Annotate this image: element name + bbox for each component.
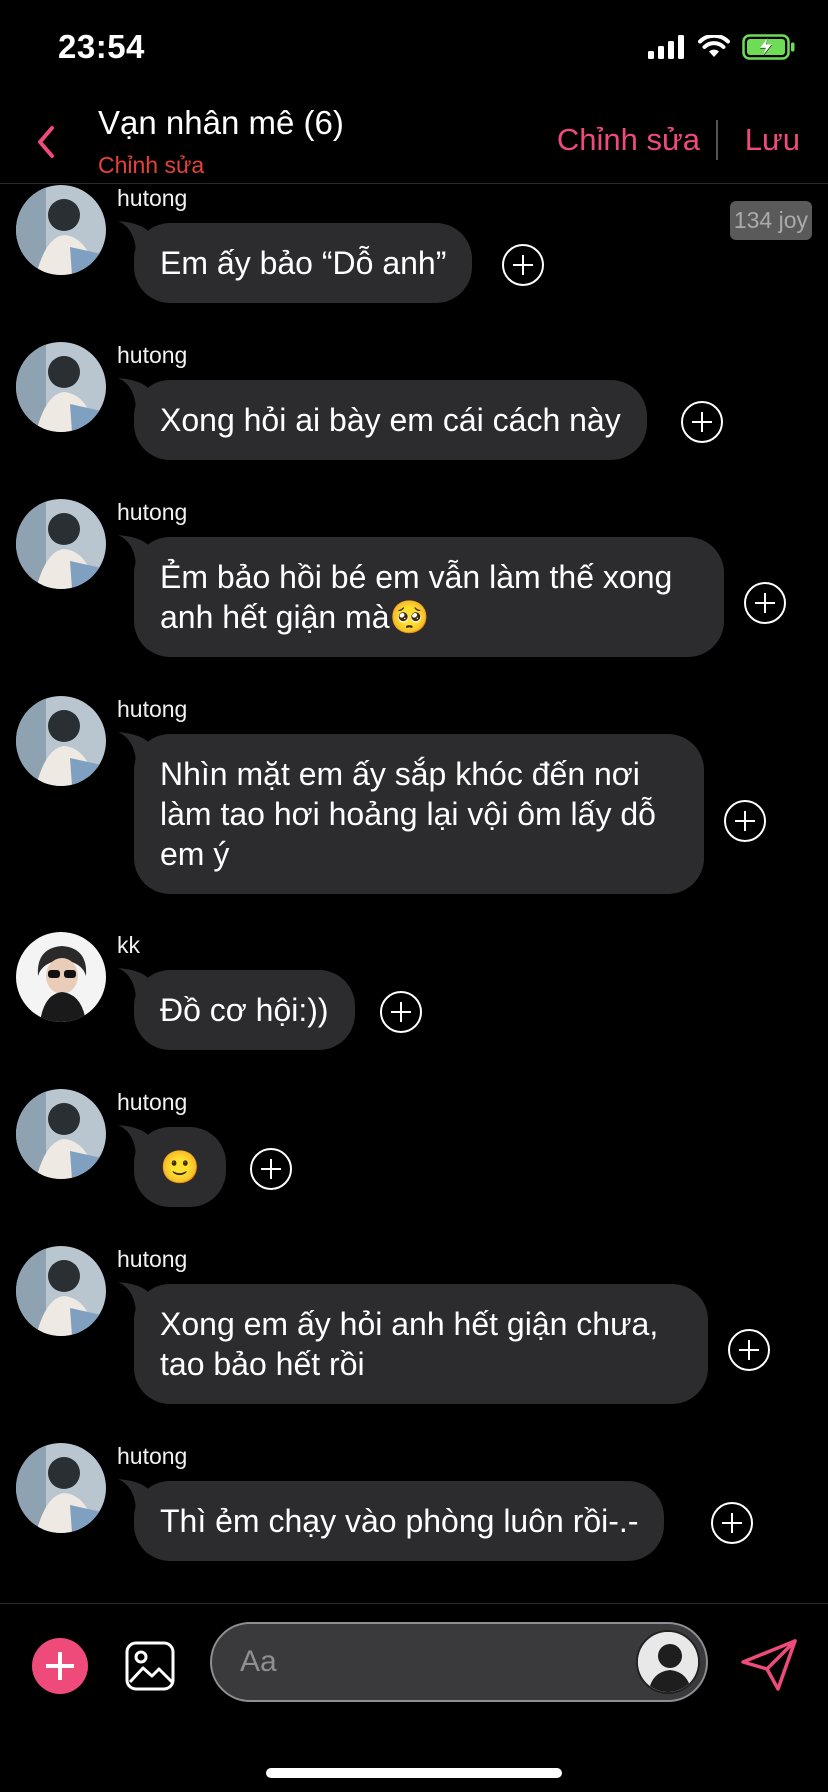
edit-button[interactable]: Chỉnh sửa	[557, 122, 700, 158]
avatar[interactable]	[16, 1443, 106, 1533]
reaction-add-button[interactable]	[744, 582, 786, 624]
reaction-add-button[interactable]	[724, 800, 766, 842]
sender-name: hutong	[117, 499, 188, 525]
status-bar: 23:54	[0, 0, 828, 100]
home-indicator	[266, 1768, 562, 1778]
message-bubble[interactable]: 🙂	[134, 1127, 226, 1207]
reaction-add-button[interactable]	[681, 401, 723, 443]
chat-subtitle[interactable]: Chỉnh sửa	[98, 152, 204, 179]
sender-name: hutong	[117, 1246, 188, 1272]
chat-header: Vạn nhân mê (6) Chỉnh sửa Chỉnh sửa Lưu	[0, 100, 828, 184]
sender-name: kk	[117, 932, 140, 958]
avatar[interactable]	[16, 342, 106, 432]
sender-name: hutong	[117, 696, 188, 722]
avatar[interactable]	[16, 1089, 106, 1179]
wifi-icon	[698, 35, 730, 57]
message-bubble[interactable]: Xong em ấy hỏi anh hết giận chưa, tao bả…	[134, 1284, 708, 1404]
message-bubble[interactable]: Em ấy bảo “Dỗ anh”	[134, 223, 473, 303]
status-icons	[648, 34, 796, 60]
message-bubble[interactable]: Nhìn mặt em ấy sắp khóc đến nơi làm tao …	[134, 734, 704, 894]
reaction-add-button[interactable]	[711, 1502, 753, 1544]
image-icon[interactable]	[124, 1640, 176, 1692]
chat-title[interactable]: Vạn nhân mê (6)	[98, 104, 344, 142]
signal-icon	[648, 35, 684, 59]
back-button[interactable]	[28, 118, 64, 166]
reaction-add-button[interactable]	[380, 991, 422, 1033]
time-badge: 134 joy	[729, 201, 812, 240]
avatar[interactable]	[16, 499, 106, 589]
message-input[interactable]	[240, 1638, 620, 1686]
message-bubble[interactable]: Thì ẻm chạy vào phòng luôn rồi-.-	[134, 1481, 665, 1561]
avatar[interactable]	[16, 185, 106, 275]
sender-name: hutong	[117, 185, 188, 211]
reaction-add-button[interactable]	[728, 1329, 770, 1371]
message-bubble[interactable]: Xong hỏi ai bày em cái cách này	[134, 380, 647, 460]
message-bubble[interactable]: Ẻm bảo hồi bé em vẫn làm thế xong anh hế…	[134, 537, 724, 657]
battery-charging-icon	[742, 34, 795, 60]
header-divider	[716, 120, 718, 160]
sender-name: hutong	[117, 1443, 188, 1469]
add-button[interactable]	[32, 1638, 88, 1694]
sender-name: hutong	[117, 1089, 188, 1115]
persona-avatar[interactable]	[636, 1630, 700, 1694]
reaction-add-button[interactable]	[250, 1148, 292, 1190]
avatar[interactable]	[16, 696, 106, 786]
avatar[interactable]	[16, 932, 106, 1022]
send-icon[interactable]	[740, 1638, 798, 1692]
message-input-wrapper	[210, 1622, 708, 1702]
status-time: 23:54	[58, 28, 145, 65]
message-bubble[interactable]: Đồ cơ hội:))	[134, 970, 355, 1050]
composer-bar	[0, 1603, 828, 1792]
sender-name: hutong	[117, 342, 188, 368]
avatar[interactable]	[16, 1246, 106, 1336]
reaction-add-button[interactable]	[502, 244, 544, 286]
save-button[interactable]: Lưu	[745, 122, 800, 158]
message-list[interactable]: hutong Em ấy bảo “Dỗ anh” 134 joy hutong…	[0, 185, 828, 1603]
